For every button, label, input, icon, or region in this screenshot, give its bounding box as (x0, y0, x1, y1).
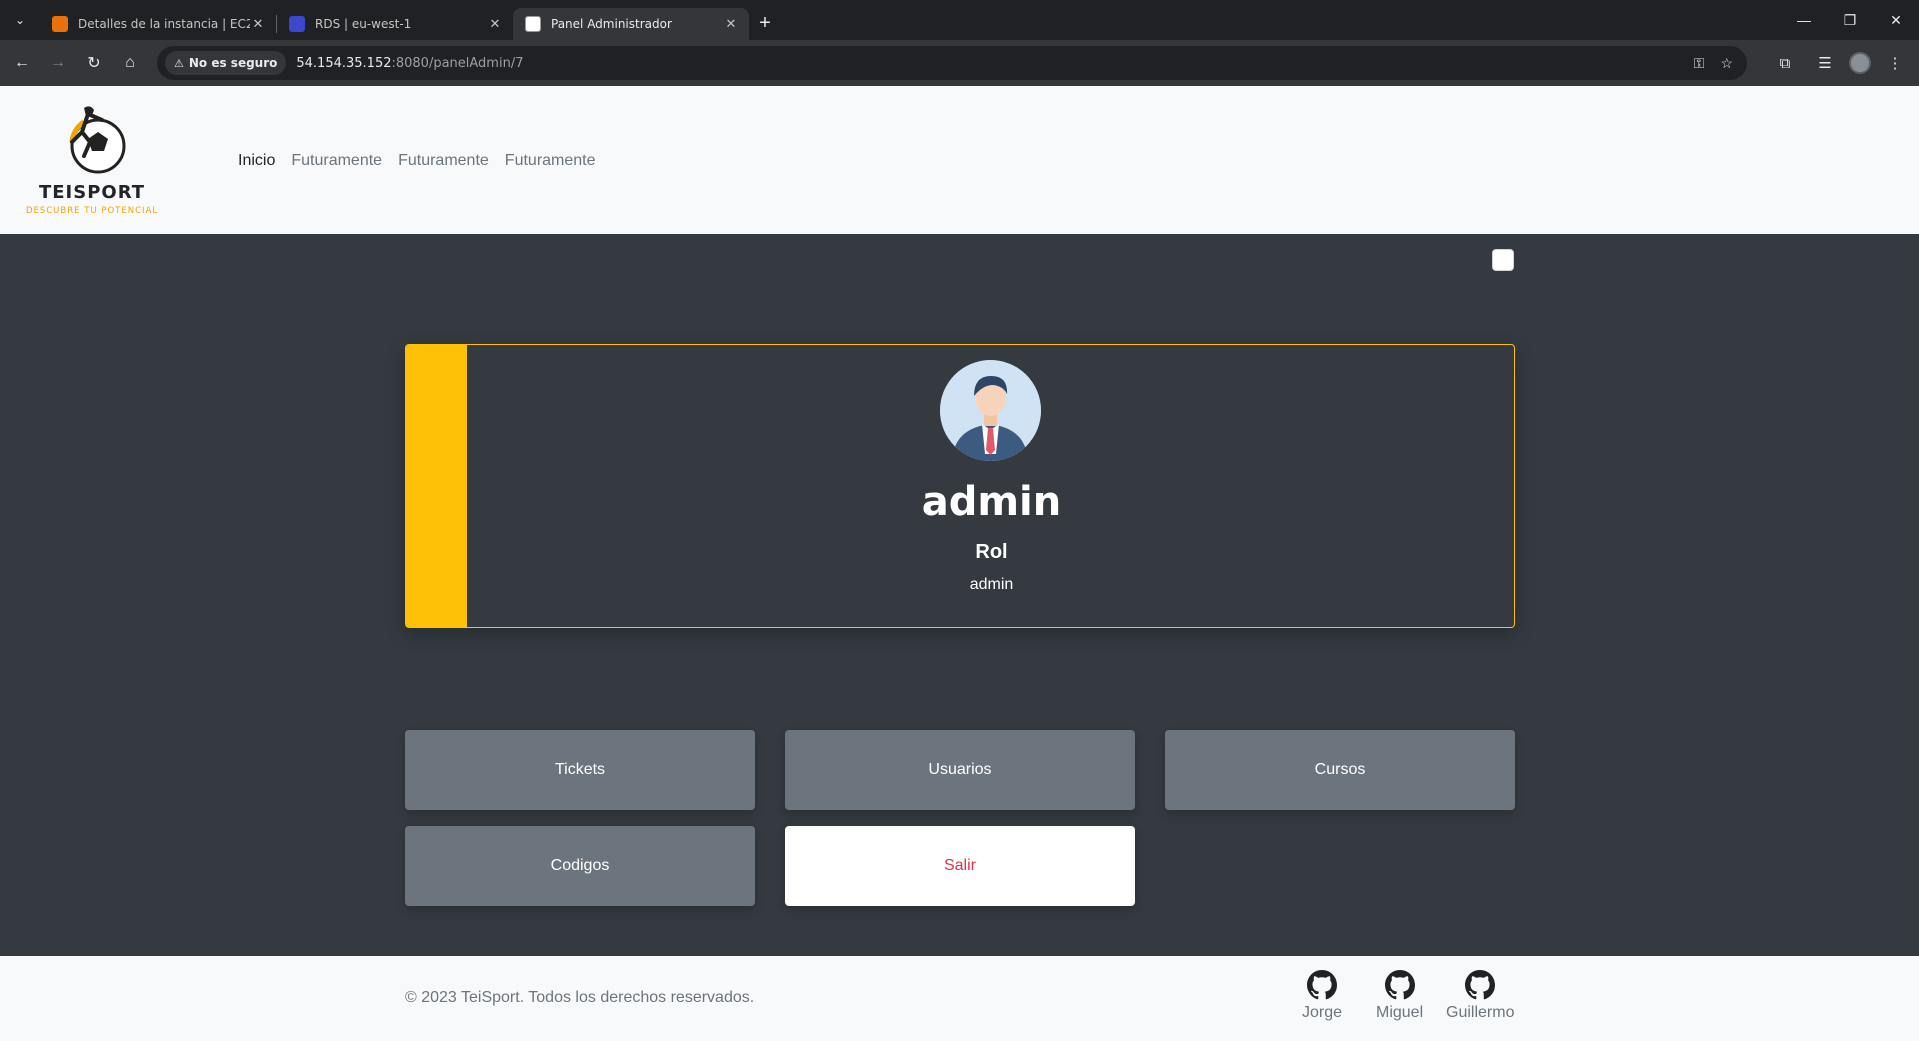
logo-tagline: DESCUBRE TU POTENCIAL (25, 206, 159, 216)
password-key-icon[interactable]: ⚿ (1694, 55, 1705, 72)
forward-icon[interactable]: → (40, 45, 76, 81)
tab-title: RDS | eu-west-1 (315, 17, 412, 31)
close-tab-icon[interactable]: ✕ (487, 17, 503, 32)
aws-rds-favicon-icon (289, 16, 305, 32)
nav-link-futuramente[interactable]: Futuramente (398, 152, 489, 170)
address-bar[interactable]: ⚠ No es seguro 54.154.35.152:8080/panelA… (157, 46, 1747, 80)
github-link-label: Guillermo (1446, 1004, 1515, 1021)
github-link-guillermo[interactable]: Guillermo (1446, 970, 1514, 1022)
nav-link-inicio[interactable]: Inicio (238, 152, 275, 170)
tab-title: Panel Administrador (551, 17, 672, 31)
profile-username: admin (921, 479, 1062, 525)
user-avatar (940, 360, 1041, 461)
github-link-label: Miguel (1376, 1004, 1424, 1021)
reload-icon[interactable]: ↻ (76, 45, 112, 81)
github-link-miguel[interactable]: Miguel (1376, 970, 1423, 1022)
main-content: admin Rol admin Tickets Usuarios Cursos … (0, 234, 1919, 956)
browser-tab-ec2[interactable]: Detalles de la instancia | EC2 | eu-west… (40, 8, 276, 40)
minimize-icon[interactable]: — (1781, 0, 1827, 40)
aws-ec2-favicon-icon (52, 16, 68, 32)
new-tab-icon[interactable]: + (749, 12, 781, 35)
browser-tab-panel-admin[interactable]: Panel Administrador ✕ (513, 8, 749, 40)
github-icon (1307, 970, 1338, 1000)
profile-card-accent (406, 345, 467, 627)
role-label: Rol (975, 541, 1008, 563)
codigos-button[interactable]: Codigos (405, 826, 755, 906)
usuarios-button[interactable]: Usuarios (785, 730, 1135, 810)
tab-title: Detalles de la instancia | EC2 | eu-west… (78, 17, 250, 31)
profile-card: admin Rol admin (405, 344, 1515, 628)
copyright-text: © 2023 TeiSport. Todos los derechos rese… (405, 989, 755, 1006)
browser-tab-bar: ⌄ Detalles de la instancia | EC2 | eu-we… (0, 0, 1919, 40)
tab-search-icon[interactable]: ⌄ (0, 0, 40, 40)
nav-link-futuramente[interactable]: Futuramente (505, 152, 596, 170)
nav-link-futuramente[interactable]: Futuramente (291, 152, 382, 170)
window-controls: — ❐ ✕ (1781, 0, 1919, 40)
reading-list-icon[interactable]: ☰ (1809, 47, 1841, 79)
warning-icon: ⚠ (174, 56, 184, 70)
teisport-logo[interactable]: TEISPORT DESCUBRE TU POTENCIAL (18, 100, 166, 222)
security-chip[interactable]: ⚠ No es seguro (165, 51, 287, 75)
cursos-button[interactable]: Cursos (1165, 730, 1515, 810)
bookmark-star-icon[interactable]: ☆ (1720, 55, 1733, 72)
browser-menu-icon[interactable]: ⋮ (1879, 47, 1911, 79)
site-footer: © 2023 TeiSport. Todos los derechos rese… (0, 956, 1919, 1041)
security-label: No es seguro (188, 56, 278, 70)
back-icon[interactable]: ← (4, 45, 40, 81)
site-header: TEISPORT DESCUBRE TU POTENCIAL Inicio Fu… (0, 86, 1919, 234)
profile-avatar-icon[interactable] (1849, 52, 1871, 74)
main-nav: Inicio Futuramente Futuramente Futuramen… (238, 152, 596, 170)
theme-toggle-checkbox[interactable] (1492, 249, 1514, 271)
restore-icon[interactable]: ❐ (1827, 0, 1873, 40)
url-text[interactable]: 54.154.35.152:8080/panelAdmin/7 (296, 56, 523, 71)
soccer-player-logo-icon (69, 106, 126, 174)
extensions-icon[interactable]: ⧉ (1769, 47, 1801, 79)
browser-tab-rds[interactable]: RDS | eu-west-1 ✕ (277, 8, 513, 40)
close-tab-icon[interactable]: ✕ (723, 17, 739, 32)
github-icon (1465, 970, 1496, 1000)
businessman-avatar-icon (940, 360, 1041, 461)
tickets-button[interactable]: Tickets (405, 730, 755, 810)
salir-button[interactable]: Salir (785, 826, 1135, 906)
logo-name: TEISPORT (38, 182, 146, 203)
role-value: admin (969, 576, 1014, 593)
github-link-jorge[interactable]: Jorge (1302, 970, 1342, 1022)
browser-toolbar: ← → ↻ ⌂ ⚠ No es seguro 54.154.35.152:808… (0, 40, 1919, 86)
page-favicon-icon (525, 16, 541, 32)
close-window-icon[interactable]: ✕ (1873, 0, 1919, 40)
github-icon (1384, 970, 1415, 1000)
github-link-label: Jorge (1302, 1004, 1343, 1021)
home-icon[interactable]: ⌂ (112, 45, 148, 81)
close-tab-icon[interactable]: ✕ (250, 17, 266, 32)
